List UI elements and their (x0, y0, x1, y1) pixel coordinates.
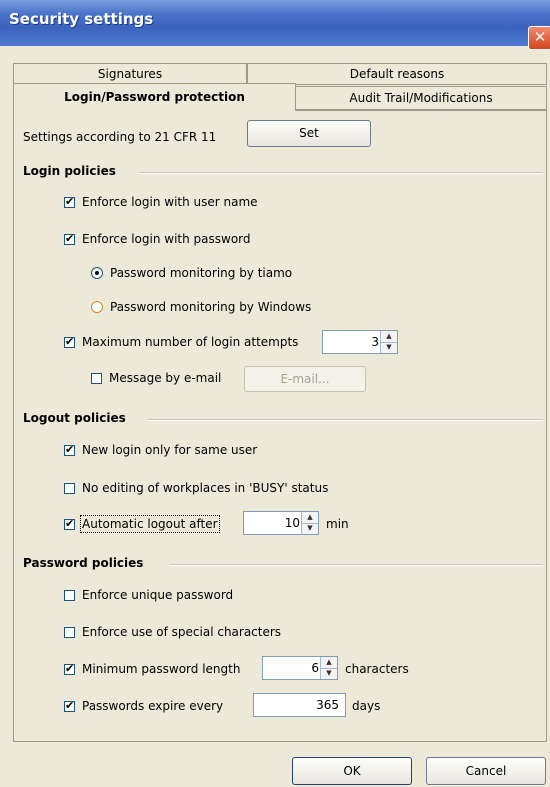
monitor-tiamo-label: Password monitoring by tiamo (110, 266, 293, 280)
min-length-value: 6 (311, 661, 319, 675)
auto-logout-checkbox[interactable] (64, 517, 75, 530)
same-user-label: New login only for same user (82, 443, 258, 457)
enforce-password-label: Enforce login with password (82, 232, 251, 246)
min-length-spinner[interactable]: 6 ▲ ▼ (262, 656, 338, 680)
auto-logout-label: Automatic logout after (80, 515, 220, 533)
same-user-checkbox[interactable] (64, 443, 75, 456)
cancel-button[interactable]: Cancel (426, 757, 546, 785)
enforce-password-checkbox[interactable] (64, 232, 75, 245)
email-button[interactable]: E-mail... (244, 366, 366, 392)
tab-signatures[interactable]: Signatures (13, 63, 247, 85)
divider (140, 172, 543, 174)
tab-audit-trail[interactable]: Audit Trail/Modifications (295, 86, 547, 110)
spinner-arrows[interactable]: ▲ ▼ (301, 512, 318, 534)
unique-password-checkbox[interactable] (64, 590, 75, 601)
enforce-user-checkbox[interactable] (64, 195, 75, 208)
password-policies-heading: Password policies (23, 556, 144, 570)
expire-days-value: 365 (316, 698, 339, 712)
min-length-checkbox[interactable] (64, 662, 75, 675)
title-bar[interactable]: Security settings ✕ (0, 0, 550, 50)
monitor-windows-label: Password monitoring by Windows (110, 300, 312, 314)
max-attempts-checkbox[interactable] (64, 335, 75, 348)
message-email-label: Message by e-mail (109, 371, 222, 385)
tab-default-reasons[interactable]: Default reasons (247, 63, 547, 85)
max-attempts-label: Maximum number of login attempts (82, 335, 299, 349)
set-button[interactable]: Set (247, 120, 371, 147)
arrow-down-icon[interactable]: ▼ (321, 668, 337, 679)
login-policies-heading: Login policies (23, 164, 116, 178)
logout-policies-heading: Logout policies (23, 411, 126, 425)
enforce-user-label: Enforce login with user name (82, 195, 258, 209)
min-length-label: Minimum password length (82, 662, 241, 676)
message-email-checkbox[interactable] (91, 373, 102, 384)
max-attempts-spinner[interactable]: 3 ▲ ▼ (322, 330, 398, 354)
auto-logout-unit: min (326, 517, 349, 531)
arrow-down-icon[interactable]: ▼ (302, 523, 318, 534)
spinner-arrows[interactable]: ▲ ▼ (380, 331, 397, 353)
arrow-down-icon[interactable]: ▼ (381, 342, 397, 353)
auto-logout-spinner[interactable]: 10 ▲ ▼ (243, 511, 319, 535)
special-chars-checkbox[interactable] (64, 627, 75, 638)
no-editing-label: No editing of workplaces in 'BUSY' statu… (82, 481, 329, 495)
unique-password-label: Enforce unique password (82, 588, 234, 602)
special-chars-label: Enforce use of special characters (82, 625, 282, 639)
min-length-unit: characters (345, 662, 409, 676)
divider (148, 419, 543, 421)
spinner-arrows[interactable]: ▲ ▼ (320, 657, 337, 679)
monitor-tiamo-radio[interactable] (91, 267, 103, 279)
expire-label: Passwords expire every (82, 699, 224, 713)
window-title: Security settings (9, 10, 154, 28)
expire-checkbox[interactable] (64, 699, 75, 712)
tab-login-password-protection[interactable]: Login/Password protection (13, 83, 296, 111)
auto-logout-value: 10 (284, 516, 300, 530)
no-editing-checkbox[interactable] (64, 483, 75, 494)
cfr-label: Settings according to 21 CFR 11 (23, 130, 217, 144)
expire-unit: days (352, 699, 381, 713)
close-icon[interactable]: ✕ (528, 26, 550, 50)
security-settings-dialog: Security settings ✕ Signatures Default r… (0, 0, 550, 787)
expire-days-input[interactable]: 365 (253, 693, 346, 717)
max-attempts-value: 3 (371, 335, 379, 349)
divider (170, 564, 543, 566)
monitor-windows-radio[interactable] (91, 301, 103, 313)
ok-button[interactable]: OK (292, 757, 412, 785)
